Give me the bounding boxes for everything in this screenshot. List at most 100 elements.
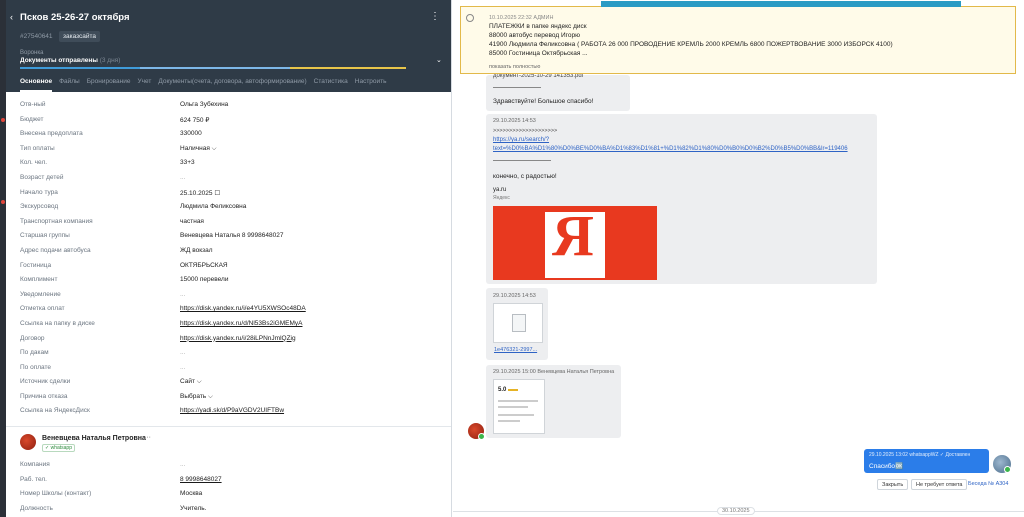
chevron-left-icon[interactable]: ‹	[10, 12, 13, 22]
field-label: Отметка оплат	[20, 305, 65, 313]
field-value[interactable]: ...	[180, 349, 185, 356]
no-reply-button[interactable]: Не требует ответа	[911, 479, 968, 490]
field-row: По оплате...	[6, 361, 451, 376]
avatar[interactable]	[993, 455, 1011, 473]
tab-item[interactable]: Статистика	[314, 75, 348, 92]
field-value[interactable]: https://disk.yandex.ru/d/Nl53Bs2iGMEMyA	[180, 320, 302, 327]
field-row: Номер Школы (контакт) Москва	[6, 487, 451, 502]
pipeline-stage[interactable]: Документы отправлены (3 дня)	[20, 57, 120, 64]
field-row: Адрес подачи автобуса ЖД вокзал	[6, 244, 451, 259]
field-row: Бюджет 624 750 ₽	[6, 113, 451, 128]
field-value[interactable]: 33+3	[180, 159, 195, 166]
field-row: Ссылка на ЯндексДиск https://yadi.sk/d/P9…	[6, 404, 451, 419]
notification-dot	[1, 200, 5, 204]
field-label: По оплате	[20, 363, 52, 371]
field-label: Ссылка на ЯндексДиск	[20, 407, 90, 415]
field-value[interactable]: https://yadi.sk/d/P9aVGDV2UIFTBw	[180, 407, 284, 414]
field-value[interactable]: https://disk.yandex.ru/i/e4YU5XWSOc48DA	[180, 305, 306, 312]
yandex-logo-letter: Я	[552, 203, 594, 268]
message-separator	[493, 160, 551, 161]
field-label: Номер Школы (контакт)	[20, 490, 92, 498]
field-value[interactable]: 330000	[180, 130, 202, 137]
field-value[interactable]: ОКТЯБРЬСКАЯ	[180, 262, 228, 269]
field-value[interactable]: ...	[180, 174, 185, 181]
message-link[interactable]: text=%D0%BA%D1%80%D0%BE%D0%BA%D1%83%D1%8…	[493, 146, 848, 152]
field-label: Компания	[20, 461, 50, 468]
tab-main[interactable]: Основное	[20, 75, 53, 92]
file-link[interactable]: 1e476321-2997...	[494, 347, 537, 353]
field-value[interactable]: частная	[180, 218, 204, 225]
deal-title[interactable]: Псков 25-26-27 октября	[20, 12, 130, 23]
incoming-image-message: 29.10.2025 15:00 Веневцева Наталья Петро…	[486, 365, 621, 438]
field-value[interactable]: ЖД вокзал	[180, 247, 213, 254]
field-value[interactable]: Выбрать ⌵	[180, 393, 213, 401]
field-row: Ссылка на папку в диске https://disk.yand…	[6, 317, 451, 332]
image-thumbnail[interactable]: 5.0	[493, 379, 545, 434]
text-line	[498, 406, 528, 408]
field-label: Договор	[20, 334, 45, 342]
field-row: Отв-ный Ольга Зубехина	[6, 98, 451, 113]
field-label: Тип оплаты	[20, 144, 55, 152]
field-row: Возраст детей...	[6, 171, 451, 186]
field-value[interactable]: ...	[180, 461, 185, 468]
field-row: Транспортная компания частная	[6, 215, 451, 230]
field-row: Старшая группы Веневцева Наталья 8 999864…	[6, 229, 451, 244]
field-row: Внесена предоплата 330000	[6, 127, 451, 142]
contact-more-icon[interactable]: ···	[144, 434, 151, 441]
stage-days: (3 дня)	[99, 57, 121, 64]
field-value[interactable]: Учитель.	[180, 505, 206, 512]
contact-name[interactable]: Веневцева Наталья Петровна	[42, 435, 146, 442]
whatsapp-icon	[478, 433, 485, 440]
message-text: Спасибо🆗	[869, 463, 904, 470]
chevron-down-icon[interactable]: ⌄	[436, 56, 442, 64]
field-value[interactable]: ...	[180, 291, 185, 298]
yandex-logo-preview[interactable]: Я	[493, 203, 657, 280]
field-value[interactable]: Москва	[180, 490, 202, 497]
avatar[interactable]	[20, 434, 36, 450]
incoming-message: 29.10.2025 14:53 >>>>>>>>>>>>>>>>>>>> ht…	[486, 114, 877, 284]
stage-progress-segment	[290, 67, 406, 69]
pinned-note[interactable]: 10.10.2025 22:32 АДМИН ПЛАТЕЖКИ в папке …	[460, 1, 1016, 74]
field-label: Должность	[20, 504, 53, 512]
outgoing-message: 29.10.2025 13:02 whatsappWZ ✓ Доставлен …	[864, 449, 989, 473]
message-link[interactable]: https://ya.ru/search/?	[493, 137, 549, 143]
tab-item[interactable]: Файлы	[59, 75, 80, 92]
highlight-strip	[601, 1, 961, 7]
field-row: Экскурсовод Людмила Феликсовна	[6, 200, 451, 215]
field-value[interactable]: Наличная ⌵	[180, 145, 217, 153]
field-label: Отв-ный	[20, 101, 46, 108]
field-value[interactable]: 25.10.2025 ☐	[180, 189, 220, 197]
field-row: Комплимент 15000 перевели	[6, 273, 451, 288]
date-label: 30.10.2025	[717, 507, 755, 515]
show-more-link[interactable]: показать полностью	[489, 64, 540, 70]
field-value[interactable]: Людмила Феликсовна	[180, 203, 246, 210]
field-value[interactable]: ...	[180, 364, 185, 371]
tab-item[interactable]: Учет	[138, 75, 152, 92]
field-value[interactable]: https://disk.yandex.ru/i/28iLPNnJmlQZig	[180, 335, 296, 342]
field-value[interactable]: 15000 перевели	[180, 276, 228, 283]
conversation-link[interactable]: Беседа № А304	[968, 481, 1008, 487]
tab-item[interactable]: Документы(счета, договора, автоформирова…	[158, 75, 306, 92]
contact-fields: Компания... Раб. тел. 8 9998648027 Номер Шк…	[6, 458, 451, 516]
message-time: 29.10.2025 14:53	[493, 118, 536, 124]
field-row: Уведомление...	[6, 288, 451, 303]
close-button[interactable]: Закрыть	[877, 479, 909, 490]
crm-window: ‹ Псков 25-26-27 октября ⋮ #27540641 зак…	[0, 0, 1024, 517]
note-meta: 10.10.2025 22:32 АДМИН	[489, 15, 554, 21]
field-value[interactable]: 624 750 ₽	[180, 116, 209, 124]
field-label: Раб. тел.	[20, 475, 47, 483]
tab-item[interactable]: Бронирование	[87, 75, 131, 92]
field-value[interactable]: Ольга Зубехина	[180, 101, 228, 108]
field-row: Кол. чел. 33+3	[6, 156, 451, 171]
field-label: Внесена предоплата	[20, 130, 83, 138]
avatar[interactable]	[468, 423, 485, 440]
field-value[interactable]: 8 9998648027	[180, 476, 222, 483]
document-thumbnail[interactable]	[493, 303, 543, 343]
more-options-icon[interactable]: ⋮	[430, 11, 440, 22]
message-time: 29.10.2025 14:53	[493, 293, 536, 299]
field-value[interactable]: Веневцева Наталья 8 9998648027	[180, 232, 283, 239]
deal-tag[interactable]: заказсайта	[59, 31, 101, 42]
tab-item[interactable]: Настроить	[355, 75, 387, 92]
field-value[interactable]: Сайт ⌵	[180, 378, 202, 386]
field-label: Гостиница	[20, 261, 52, 269]
